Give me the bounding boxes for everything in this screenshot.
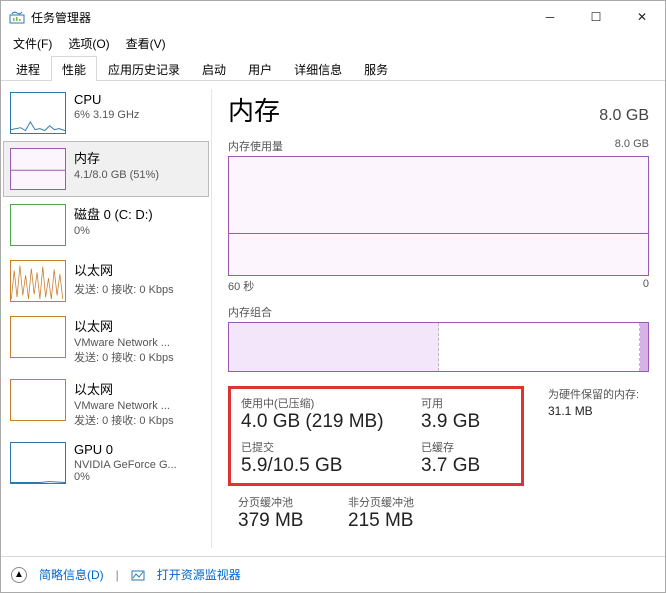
sidebar: CPU 6% 3.19 GHz 内存 4.1/8.0 GB (51%) 磁盘 0… <box>1 81 211 556</box>
eth0-thumb <box>10 260 66 302</box>
in-use-value: 4.0 GB (219 MB) <box>241 411 411 433</box>
cached-value: 3.7 GB <box>421 455 511 477</box>
menu-view[interactable]: 查看(V) <box>118 33 174 55</box>
eth2-sub1: VMware Network ... <box>74 400 174 412</box>
sidebar-item-memory[interactable]: 内存 4.1/8.0 GB (51%) <box>3 141 209 197</box>
sidebar-item-ethernet-1[interactable]: 以太网 VMware Network ... 发送: 0 接收: 0 Kbps <box>3 309 209 372</box>
memory-composition-chart <box>228 322 649 372</box>
sidebar-item-cpu[interactable]: CPU 6% 3.19 GHz <box>3 85 209 141</box>
tab-performance[interactable]: 性能 <box>51 56 97 81</box>
tab-startup[interactable]: 启动 <box>191 56 237 81</box>
gpu-sub2: 0% <box>74 471 177 483</box>
tab-users[interactable]: 用户 <box>237 56 283 81</box>
reserved-value: 31.1 MB <box>548 404 593 418</box>
eth1-name: 以太网 <box>74 316 174 335</box>
sidebar-item-ethernet-0[interactable]: 以太网 发送: 0 接收: 0 Kbps <box>3 253 209 309</box>
cpu-sub: 6% 3.19 GHz <box>74 109 139 121</box>
eth1-sub1: VMware Network ... <box>74 337 174 349</box>
eth0-sub: 发送: 0 接收: 0 Kbps <box>74 281 174 297</box>
gpu-name: GPU 0 <box>74 442 177 457</box>
minimize-button[interactable]: ─ <box>527 1 573 33</box>
cpu-name: CPU <box>74 92 139 107</box>
committed-value: 5.9/10.5 GB <box>241 455 411 477</box>
open-resource-monitor-link[interactable]: 打开资源监视器 <box>157 566 241 583</box>
memory-usage-chart <box>228 156 649 276</box>
detail-title: 内存 <box>228 91 280 128</box>
chevron-up-icon[interactable]: ▲ <box>11 567 27 583</box>
gpu-sub1: NVIDIA GeForce G... <box>74 459 177 471</box>
usage-max: 8.0 GB <box>615 138 649 154</box>
usage-label: 内存使用量 <box>228 138 283 154</box>
highlighted-stats: 使用中(已压缩) 4.0 GB (219 MB) 可用 3.9 GB 已提交 5… <box>228 386 524 486</box>
disk-name: 磁盘 0 (C: D:) <box>74 204 153 223</box>
disk-thumb <box>10 204 66 246</box>
in-use-label: 使用中(已压缩) <box>241 395 411 411</box>
memory-sub: 4.1/8.0 GB (51%) <box>74 169 159 181</box>
menu-file[interactable]: 文件(F) <box>5 33 60 55</box>
eth1-sub2: 发送: 0 接收: 0 Kbps <box>74 349 174 365</box>
eth2-name: 以太网 <box>74 379 174 398</box>
eth0-name: 以太网 <box>74 260 174 279</box>
time-axis-right: 0 <box>643 278 649 294</box>
cpu-thumb <box>10 92 66 134</box>
time-axis-left: 60 秒 <box>228 278 254 294</box>
available-label: 可用 <box>421 395 511 411</box>
resource-monitor-icon <box>131 568 145 582</box>
bottombar: ▲ 简略信息(D) | 打开资源监视器 <box>1 556 665 592</box>
reserved-label: 为硬件保留的内存: <box>548 386 639 402</box>
detail-total: 8.0 GB <box>599 107 649 125</box>
nonpaged-label: 非分页缓冲池 <box>348 494 468 510</box>
paged-value: 379 MB <box>238 510 338 532</box>
app-icon <box>9 9 25 25</box>
memory-thumb <box>10 148 66 190</box>
gpu-thumb <box>10 442 66 484</box>
detail-panel: 内存 8.0 GB 内存使用量 8.0 GB 60 秒 0 内存组合 使用中(已… <box>212 81 665 556</box>
content-area: CPU 6% 3.19 GHz 内存 4.1/8.0 GB (51%) 磁盘 0… <box>1 81 665 556</box>
tab-details[interactable]: 详细信息 <box>283 56 353 81</box>
sidebar-item-ethernet-2[interactable]: 以太网 VMware Network ... 发送: 0 接收: 0 Kbps <box>3 372 209 435</box>
eth2-sub2: 发送: 0 接收: 0 Kbps <box>74 412 174 428</box>
committed-label: 已提交 <box>241 439 411 455</box>
nonpaged-value: 215 MB <box>348 510 468 532</box>
tab-processes[interactable]: 进程 <box>5 56 51 81</box>
fewer-details-link[interactable]: 简略信息(D) <box>39 566 104 583</box>
window-title: 任务管理器 <box>31 9 527 26</box>
disk-sub: 0% <box>74 225 153 237</box>
titlebar: 任务管理器 ─ ☐ ✕ <box>1 1 665 33</box>
sidebar-item-gpu[interactable]: GPU 0 NVIDIA GeForce G... 0% <box>3 435 209 491</box>
eth1-thumb <box>10 316 66 358</box>
tab-services[interactable]: 服务 <box>353 56 399 81</box>
maximize-button[interactable]: ☐ <box>573 1 619 33</box>
cached-label: 已缓存 <box>421 439 511 455</box>
available-value: 3.9 GB <box>421 411 511 433</box>
sidebar-item-disk[interactable]: 磁盘 0 (C: D:) 0% <box>3 197 209 253</box>
tabs-bar: 进程 性能 应用历史记录 启动 用户 详细信息 服务 <box>1 55 665 81</box>
memory-name: 内存 <box>74 148 159 167</box>
combo-label: 内存组合 <box>228 304 272 320</box>
menu-options[interactable]: 选项(O) <box>60 33 117 55</box>
eth2-thumb <box>10 379 66 421</box>
menubar: 文件(F) 选项(O) 查看(V) <box>1 33 665 55</box>
tab-history[interactable]: 应用历史记录 <box>97 56 191 81</box>
paged-label: 分页缓冲池 <box>238 494 338 510</box>
close-button[interactable]: ✕ <box>619 1 665 33</box>
